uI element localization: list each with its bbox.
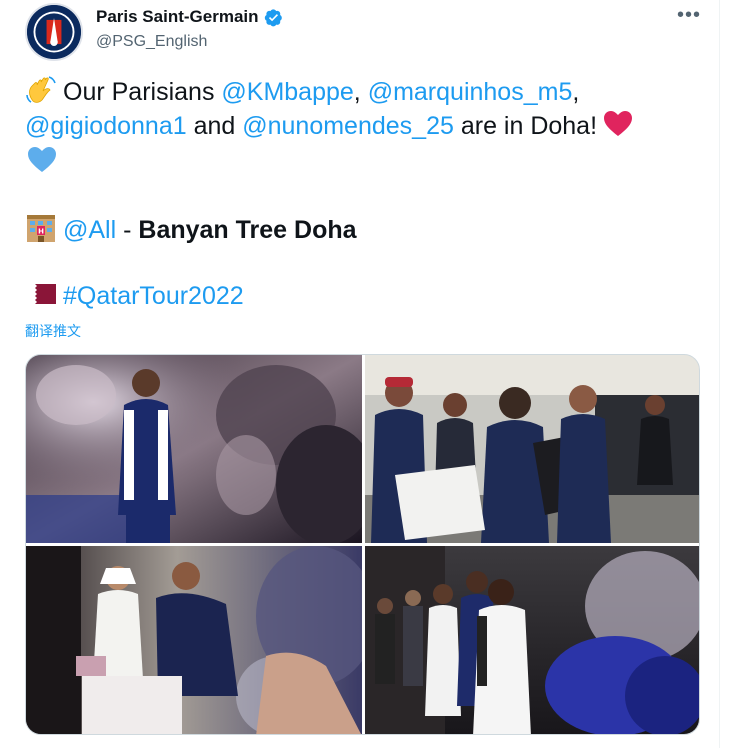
hotel-icon: H [25,213,57,243]
tweet-line-3 [25,145,700,179]
media-photo-3[interactable] [26,546,362,734]
tweet-line-hashtag: #QatarTour2022 [25,279,700,313]
red-heart-icon [603,110,633,138]
media-photo-1[interactable] [26,355,362,543]
tweet-line-2: @gigiodonna1 and @nunomendes_25 are in D… [25,109,700,143]
tweet-card[interactable]: Paris Saint-Germain @PSG_English ••• Our… [0,0,720,748]
tweet-text: Our Parisians @KMbappe, @marquinhos_m5, … [25,75,700,313]
photo-goalkeeper-greeting-guest [26,546,362,734]
waving-hand-icon [25,75,57,105]
dash-text: - [116,216,139,244]
account-name[interactable]: Paris Saint-Germain [96,7,259,27]
translate-tweet-link[interactable]: 翻译推文 [25,321,81,341]
mention-kmbappe[interactable]: @KMbappe [221,78,353,106]
location-name: Banyan Tree Doha [138,216,357,244]
separator-text: , [572,78,580,106]
media-photo-4[interactable] [365,546,699,734]
account-handle[interactable]: @PSG_English [96,33,207,51]
mention-marquinhos[interactable]: @marquinhos_m5 [368,78,573,106]
and-text: and [186,112,243,140]
qatar-flag-icon [25,279,57,309]
account-name-row[interactable]: Paris Saint-Germain [96,7,283,27]
media-photo-2[interactable] [365,355,699,543]
doha-text: are in Doha! [453,112,598,140]
photo-players-walking-blue-sculpture [365,546,699,734]
media-grid [25,354,700,735]
tweet-line-location: H @All - Banyan Tree Doha [25,213,700,247]
psg-crest-icon [27,5,81,59]
photo-player-silver-sculpture [26,355,362,543]
mention-all[interactable]: @All [63,216,116,244]
tweet-line-1: Our Parisians @KMbappe, @marquinhos_m5, [25,75,700,109]
more-options-icon[interactable]: ••• [677,4,701,27]
blue-heart-icon [27,146,57,174]
hashtag-qatartour[interactable]: #QatarTour2022 [63,282,244,310]
photo-players-signing-autographs [365,355,699,543]
verified-badge-icon [264,8,283,27]
separator-text: , [353,78,368,106]
svg-text:H: H [38,228,44,236]
tweet-intro-text: Our Parisians [63,78,222,106]
mention-gigiodonna[interactable]: @gigiodonna1 [25,112,187,140]
mention-nunomendes[interactable]: @nunomendes_25 [242,112,454,140]
avatar[interactable] [25,3,83,61]
